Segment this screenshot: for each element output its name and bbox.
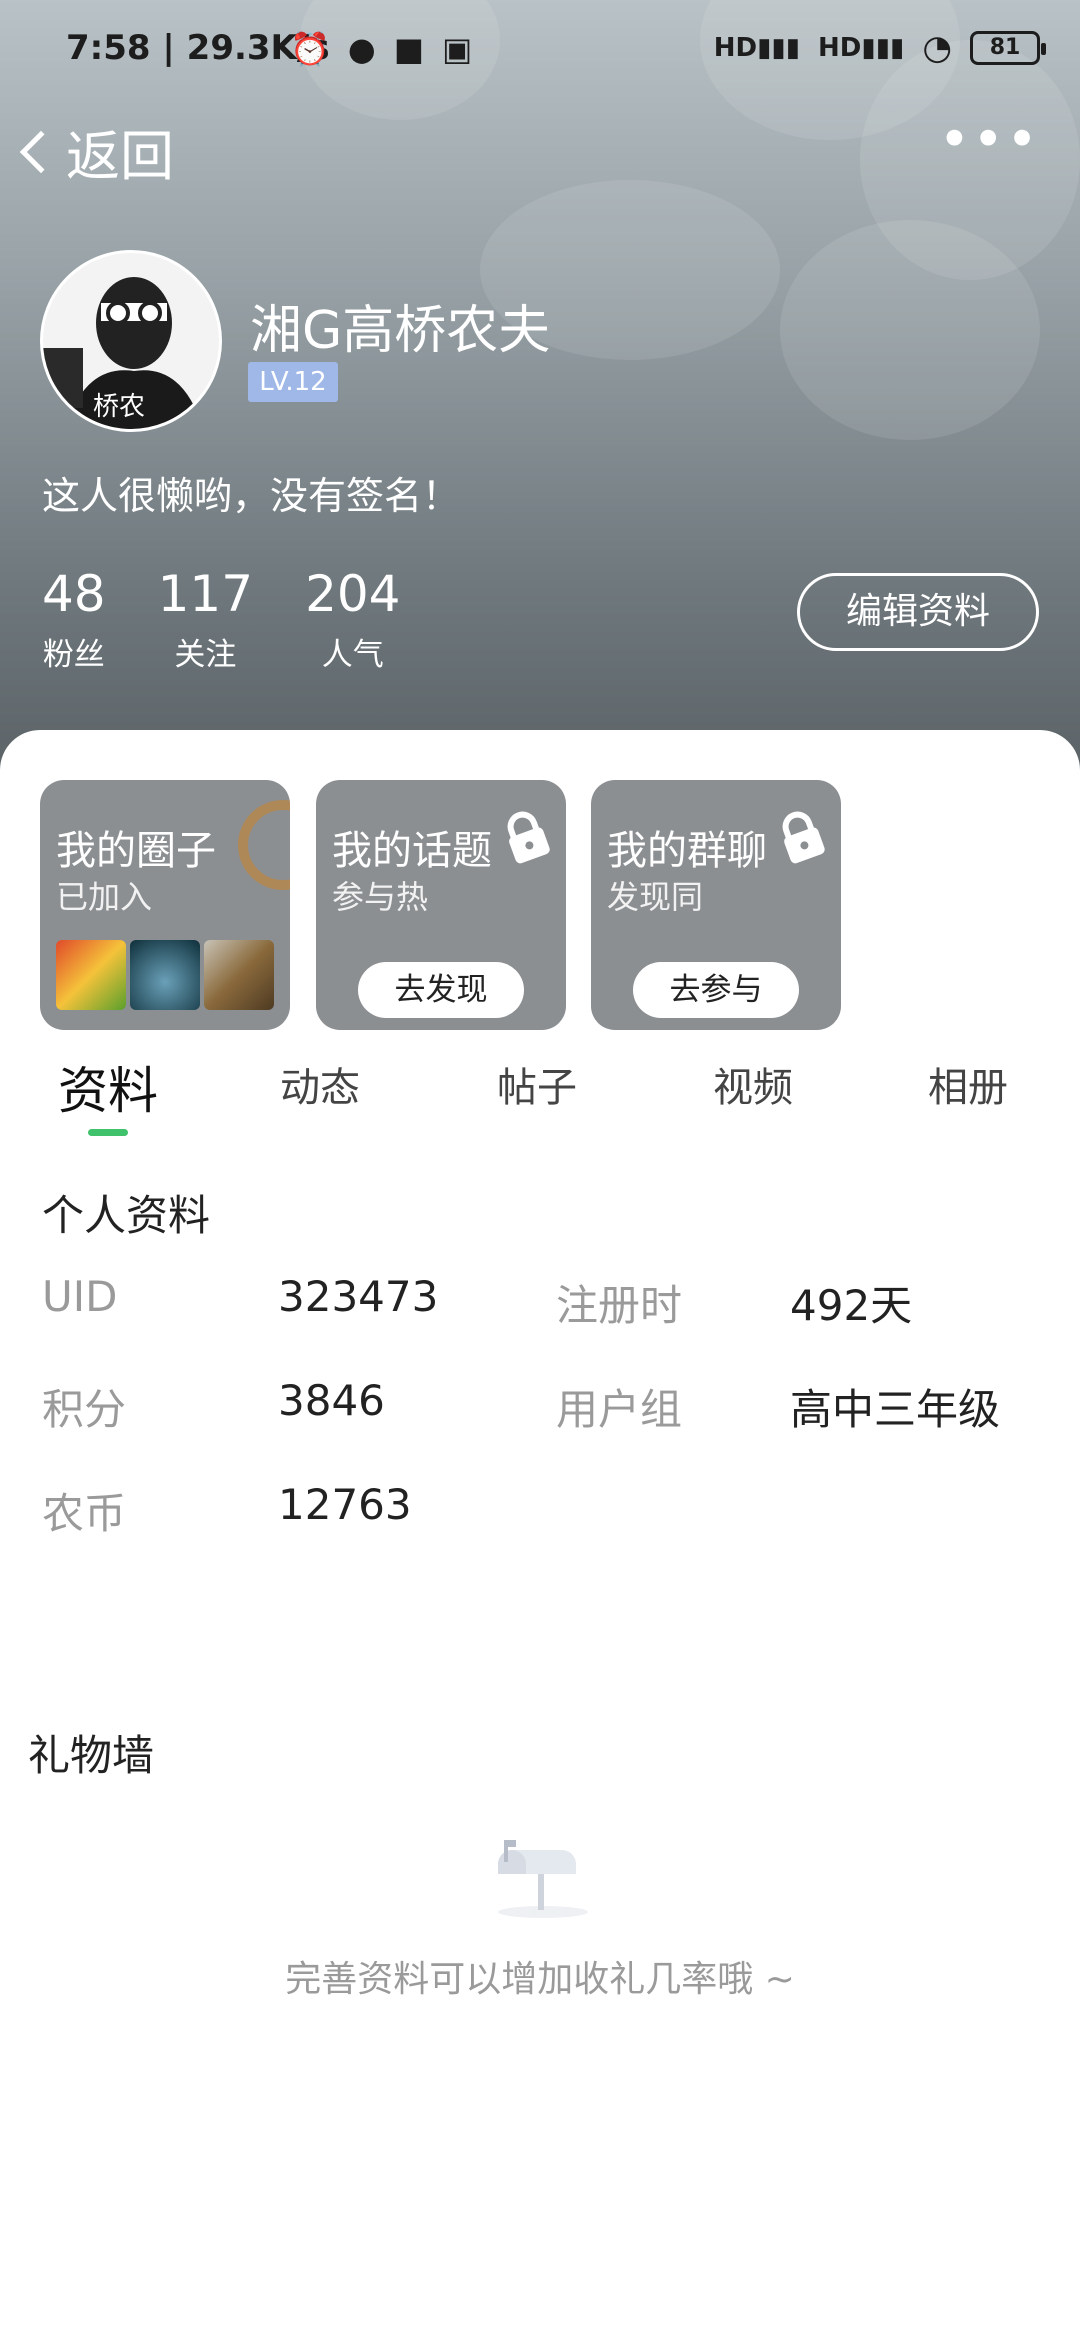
lock-icon xyxy=(782,811,825,864)
wifi-icon: ◔ xyxy=(922,28,952,68)
gift-empty-message: 完善资料可以增加收礼几率哦 ~ xyxy=(285,1959,795,2000)
wechat-icon: ● xyxy=(347,30,376,68)
signal-icon-2: HD▮▮▮ xyxy=(818,33,905,63)
mailbox-icon xyxy=(498,1840,588,1918)
card-my-circles[interactable]: 我的圈子 已加入 xyxy=(40,780,290,1030)
tab-posts[interactable]: 帖子 xyxy=(497,1055,577,1113)
dolphin-thumbnail xyxy=(130,940,200,1010)
circle-thumbnails xyxy=(56,940,274,1010)
field-value-registered: 492天 xyxy=(790,1281,913,1330)
stat-label: 人气 xyxy=(321,637,384,673)
status-bar: 7:58 | 29.3K/s ⏰ ● ■ ▣ HD▮▮▮ HD▮▮▮ ◔ 81 xyxy=(0,0,1080,100)
stat-popularity[interactable]: 204 人气 xyxy=(305,565,400,674)
more-options-button[interactable]: ••• xyxy=(938,113,1040,167)
field-label-registered: 注册时 xyxy=(556,1281,683,1330)
fruit-thumbnail xyxy=(56,940,126,1010)
field-value-coins: 12763 xyxy=(278,1480,412,1529)
chevron-left-icon xyxy=(19,130,63,173)
stat-label: 关注 xyxy=(174,637,237,673)
join-button[interactable]: 去参与 xyxy=(633,962,799,1018)
card-subtitle: 发现同 xyxy=(607,878,704,916)
field-label-points: 积分 xyxy=(42,1385,127,1434)
tab-activity[interactable]: 动态 xyxy=(280,1055,360,1113)
status-notification-icons: ⏰ ● ■ ▣ xyxy=(290,30,472,68)
avatar[interactable]: 桥农 xyxy=(40,250,222,432)
stat-value: 48 xyxy=(42,565,106,623)
app-icon: ▣ xyxy=(442,30,473,68)
active-tab-indicator xyxy=(88,1129,128,1136)
card-subtitle: 参与热 xyxy=(332,878,429,916)
edit-profile-button[interactable]: 编辑资料 xyxy=(797,573,1039,651)
stat-label: 粉丝 xyxy=(42,637,105,673)
field-label-user-group: 用户组 xyxy=(556,1385,683,1434)
alarm-icon: ⏰ xyxy=(290,30,330,68)
card-title: 我的话题 xyxy=(332,828,492,874)
tab-videos[interactable]: 视频 xyxy=(713,1055,793,1113)
signature-text: 这人很懒哟，没有签名！ xyxy=(42,474,461,518)
card-my-topics[interactable]: 我的话题 参与热 去发现 xyxy=(316,780,566,1030)
stat-following[interactable]: 117 关注 xyxy=(158,565,253,674)
card-my-groups[interactable]: 我的群聊 发现同 去参与 xyxy=(591,780,841,1030)
stat-fans[interactable]: 48 粉丝 xyxy=(42,565,106,674)
tab-profile[interactable]: 资料 xyxy=(58,1051,158,1123)
field-value-user-group: 高中三年级 xyxy=(790,1385,1001,1434)
field-label-uid: UID xyxy=(42,1272,118,1321)
profile-tabs: 资料 动态 帖子 视频 相册 xyxy=(0,1055,1080,1145)
username: 湘G高桥农夫 xyxy=(250,301,551,361)
back-label: 返回 xyxy=(66,125,174,188)
bird-thumbnail xyxy=(204,940,274,1010)
signal-icon: HD▮▮▮ xyxy=(713,33,801,63)
battery-icon: 81 xyxy=(970,31,1046,65)
discover-button[interactable]: 去发现 xyxy=(358,962,524,1018)
avatar-image: 桥农 xyxy=(43,253,219,429)
field-value-points: 3846 xyxy=(278,1376,385,1425)
circle-ring-icon xyxy=(238,800,290,890)
stat-value: 117 xyxy=(157,565,254,623)
tab-albums[interactable]: 相册 xyxy=(928,1055,1008,1113)
card-subtitle: 已加入 xyxy=(56,878,153,916)
stats-row: 48 粉丝 117 关注 204 人气 xyxy=(42,565,453,674)
card-title: 我的群聊 xyxy=(607,828,767,874)
message-icon: ■ xyxy=(393,30,424,68)
field-label-coins: 农币 xyxy=(42,1489,127,1538)
back-button[interactable]: 返回 xyxy=(19,112,174,191)
personal-info-title: 个人资料 xyxy=(42,1191,211,1240)
card-title: 我的圈子 xyxy=(56,828,216,874)
lock-icon xyxy=(507,811,550,864)
svg-text:桥农: 桥农 xyxy=(93,392,145,422)
level-badge: LV.12 xyxy=(248,362,338,402)
status-system-icons: HD▮▮▮ HD▮▮▮ ◔ 81 xyxy=(713,28,1046,68)
stat-value: 204 xyxy=(305,565,401,623)
field-value-uid: 323473 xyxy=(278,1272,439,1321)
gift-wall-title: 礼物墙 xyxy=(28,1731,155,1780)
